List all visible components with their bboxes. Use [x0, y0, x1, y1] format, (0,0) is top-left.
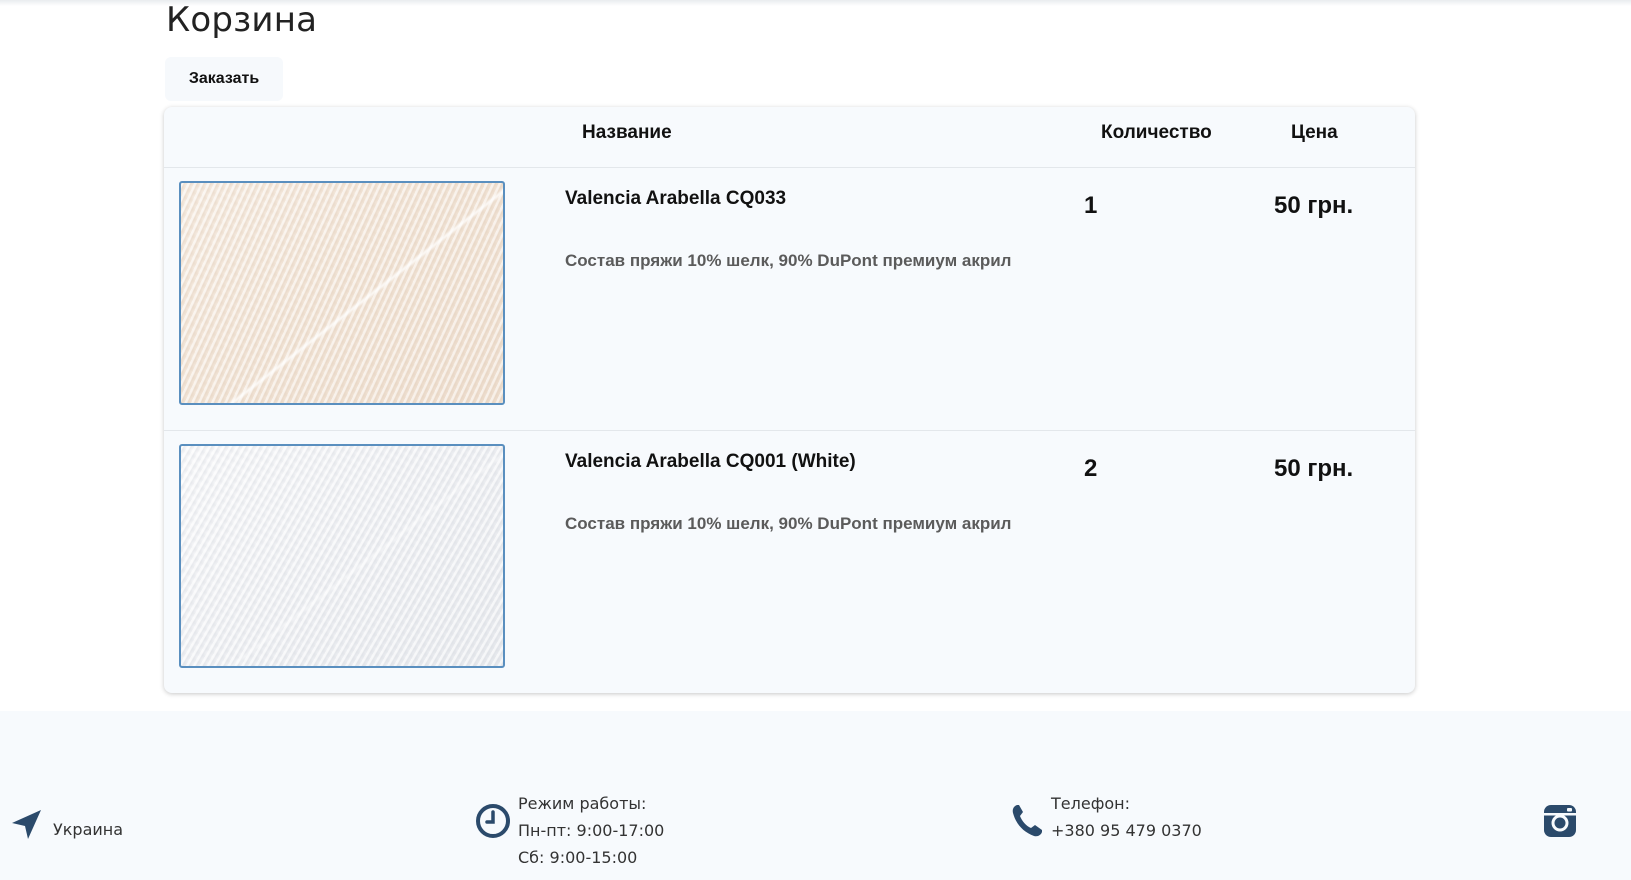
hours-saturday: Сб: 9:00-15:00: [518, 848, 638, 867]
product-description: Состав пряжи 10% шелк, 90% DuPont премиу…: [565, 514, 1012, 533]
product-name[interactable]: Valencia Arabella CQ033: [565, 188, 786, 210]
footer-hours: Режим работы: Пн-пт: 9:00-17:00 Сб: 9:00…: [518, 790, 664, 871]
table-header: Название Количество Цена: [164, 107, 1415, 168]
clock-icon: [476, 804, 510, 838]
column-header-price: Цена: [1291, 122, 1338, 143]
yarn-strand: [188, 183, 503, 403]
footer: Украина Режим работы: Пн-пт: 9:00-17:00 …: [0, 711, 1631, 880]
product-image[interactable]: [179, 444, 505, 668]
product-image[interactable]: [179, 181, 505, 405]
phone-label: Телефон:: [1051, 794, 1131, 813]
table-row: Valencia Arabella CQ001 (White) Состав п…: [164, 431, 1415, 694]
yarn-strand: [188, 446, 503, 666]
column-header-name: Название: [582, 122, 672, 143]
location-arrow-icon: [12, 810, 41, 839]
table-row: Valencia Arabella CQ033 Состав пряжи 10%…: [164, 168, 1415, 431]
product-name[interactable]: Valencia Arabella CQ001 (White): [565, 451, 856, 473]
product-description: Состав пряжи 10% шелк, 90% DuPont премиу…: [565, 251, 1012, 270]
product-price: 50 грн.: [1274, 192, 1354, 219]
phone-number[interactable]: +380 95 479 0370: [1051, 817, 1202, 844]
product-quantity: 2: [1084, 455, 1098, 482]
cart-page: Корзина Заказать Название Количество Цен…: [0, 0, 1631, 880]
phone-icon[interactable]: [1010, 803, 1044, 839]
product-quantity: 1: [1084, 192, 1098, 219]
hours-label: Режим работы:: [518, 794, 647, 813]
column-header-quantity: Количество: [1101, 122, 1212, 143]
footer-phone: Телефон: +380 95 479 0370: [1051, 790, 1202, 844]
page-title: Корзина: [166, 0, 318, 40]
hours-weekdays: Пн-пт: 9:00-17:00: [518, 821, 665, 840]
footer-location: Украина: [53, 820, 124, 839]
product-price: 50 грн.: [1274, 455, 1354, 482]
cart-table: Название Количество Цена Valencia Arabel…: [164, 107, 1415, 693]
order-button[interactable]: Заказать: [165, 57, 283, 101]
instagram-icon[interactable]: [1542, 803, 1578, 839]
